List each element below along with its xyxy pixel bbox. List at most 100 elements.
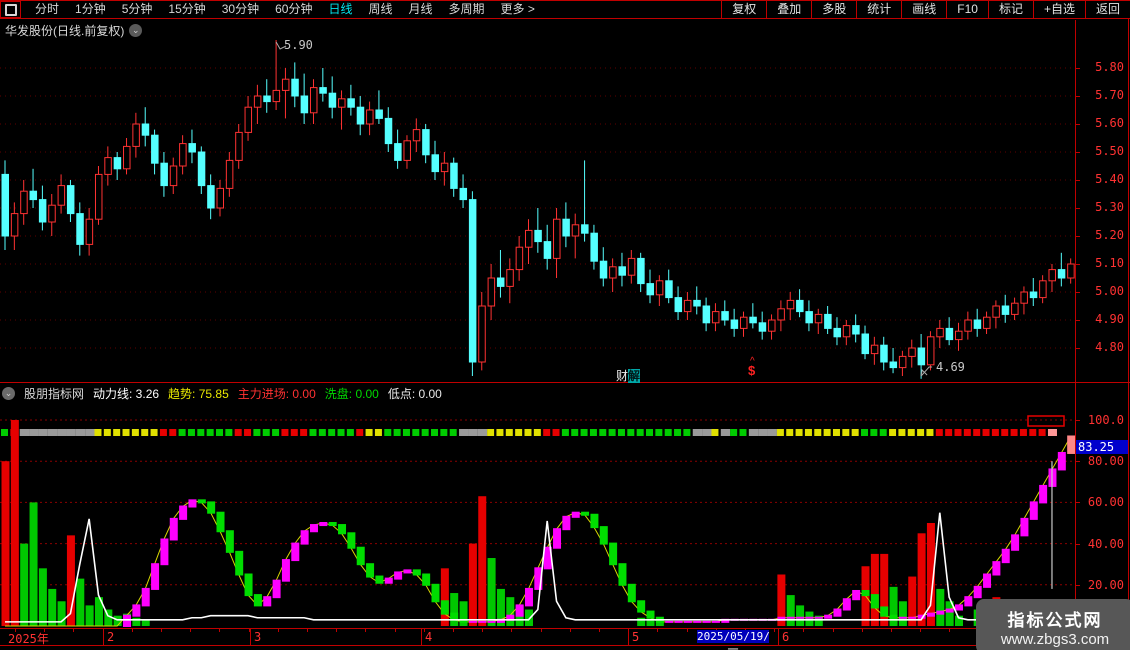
watermark-badge: 指标公式网 www.zbgs3.com <box>976 599 1130 650</box>
xaxis-month-divider <box>628 628 629 645</box>
indicator-axis-label: 20.00 <box>1087 577 1124 592</box>
price-axis-label: 4.90 <box>1095 312 1124 326</box>
indicator-header-item-2: 主力进场: 0.00 <box>237 386 316 401</box>
xaxis-month-label: 2 <box>107 630 115 644</box>
xaxis-minor-tick <box>511 629 512 632</box>
price-axis-label: 5.40 <box>1095 172 1124 186</box>
xaxis-year-label: 2025年 <box>8 632 49 646</box>
indicator-source-label: 股朋指标网 <box>24 386 85 401</box>
xaxis-month-label: 5 <box>632 630 640 644</box>
toolbar-button-2[interactable]: 多股 <box>811 1 856 18</box>
toolbar-button-8[interactable]: 返回 <box>1084 1 1130 18</box>
xaxis-minor-tick <box>482 629 483 632</box>
toolbar-period-5[interactable]: 60分钟 <box>267 1 320 18</box>
xaxis-minor-tick <box>920 629 921 632</box>
xaxis-minor-tick <box>453 629 454 632</box>
price-axis-label: 5.70 <box>1095 88 1124 102</box>
trading-app-window: 分时 1分钟 5分钟 15分钟 30分钟 60分钟 日线 周线 月线 多周期 更多 > 复权 叠加 多股… <box>0 0 1130 650</box>
panel-divider-line <box>0 382 1130 383</box>
toolbar-button-0[interactable]: 复权 <box>721 1 766 18</box>
candlestick-chart[interactable] <box>0 20 1075 382</box>
toolbar-period-7[interactable]: 周线 <box>360 1 400 18</box>
page-title: 华发股份(日线.前复权) <box>5 24 125 38</box>
xaxis-month-label: 3 <box>254 630 262 644</box>
xaxis-minor-tick <box>803 629 804 632</box>
indicator-value-box: 83.25 <box>1076 440 1128 454</box>
chevron-down-icon[interactable]: ⌄ <box>129 24 143 37</box>
collapse-chevron-icon[interactable]: ⌄ <box>2 386 15 400</box>
right-border-line <box>1128 0 1129 650</box>
xaxis-month-label: 4 <box>425 630 433 644</box>
indicator-axis-label: 100.0 <box>1087 413 1124 427</box>
xaxis-minor-tick <box>190 629 191 632</box>
indicator-axis-label: 60.00 <box>1087 495 1124 510</box>
xaxis-minor-tick <box>161 629 162 632</box>
toolbar-period-1[interactable]: 1分钟 <box>67 1 114 18</box>
xaxis-minor-tick <box>278 629 279 632</box>
price-axis-label: 5.30 <box>1095 200 1124 214</box>
indicator-header-item-1: 趋势: 75.85 <box>168 386 229 401</box>
selected-date-box: 2025/05/19/一 <box>697 630 770 650</box>
toolbar-period-2[interactable]: 5分钟 <box>114 1 161 18</box>
xaxis-minor-tick <box>336 629 337 632</box>
watermark-title: 指标公式网 <box>1007 610 1103 630</box>
axis-divider-line <box>1075 20 1076 645</box>
indicator-header-item-4: 低点: 0.00 <box>387 386 442 401</box>
xaxis-minor-tick <box>657 629 658 632</box>
event-marker-caijie[interactable]: 财 解 <box>616 369 641 383</box>
xaxis-minor-tick <box>774 629 775 632</box>
xaxis-minor-tick <box>833 629 834 632</box>
toolbar-period-8[interactable]: 月线 <box>401 1 441 18</box>
xaxis-minor-tick <box>395 629 396 632</box>
indicator-axis-label: 40.00 <box>1087 536 1124 551</box>
candles-layer <box>1 40 1075 379</box>
toolbar-period-10[interactable]: 更多 > <box>493 1 543 18</box>
price-axis-label: 5.60 <box>1095 116 1124 130</box>
toolbar-button-1[interactable]: 叠加 <box>766 1 811 18</box>
window-icon[interactable] <box>0 1 21 18</box>
xaxis-minor-tick <box>132 629 133 632</box>
peak-price-annotation: 5.90 <box>284 38 313 52</box>
trough-price-annotation: 4.69 <box>936 360 965 374</box>
xaxis-month-divider <box>778 628 779 645</box>
toolbar-button-6[interactable]: 标记 <box>987 1 1033 18</box>
indicator-header: ⌄ 股朋指标网 动力线: 3.26 趋势: 75.85 主力进场: 0.00 洗盘: … <box>2 385 442 401</box>
sell-signal-icon: $ <box>748 363 756 378</box>
chart-title-bar: 华发股份(日线.前复权) ⌄ <box>5 22 143 39</box>
trend-ribbon <box>1 429 1057 436</box>
tool-buttons: 复权 叠加 多股 统计 画线 F10 标记 +自选 返回 <box>721 1 1130 18</box>
main-annotation-lines <box>275 41 933 377</box>
toolbar-period-6[interactable]: 日线 <box>320 1 360 18</box>
xaxis-minor-tick <box>599 629 600 632</box>
period-tabs: 分时 1分钟 5分钟 15分钟 30分钟 60分钟 日线 周线 月线 多周期 更多 > <box>0 1 543 18</box>
toolbar-period-4[interactable]: 30分钟 <box>214 1 267 18</box>
toolbar-button-3[interactable]: 统计 <box>856 1 901 18</box>
indicator-chart[interactable] <box>0 404 1075 628</box>
xaxis-month-label: 6 <box>782 630 790 644</box>
xaxis-top-line <box>0 628 1130 629</box>
toolbar-period-3[interactable]: 15分钟 <box>160 1 213 18</box>
watermark-url: www.zbgs3.com <box>1000 630 1110 648</box>
toolbar-button-4[interactable]: 画线 <box>901 1 946 18</box>
toolbar-button-7[interactable]: +自选 <box>1032 1 1085 18</box>
xaxis-minor-tick <box>891 629 892 632</box>
indicator-header-item-3: 洗盘: 0.00 <box>324 386 379 401</box>
toolbar-period-0[interactable]: 分时 <box>27 1 67 18</box>
xaxis-minor-tick <box>687 629 688 632</box>
top-toolbar: 分时 1分钟 5分钟 15分钟 30分钟 60分钟 日线 周线 月线 多周期 更多 > 复权 叠加 多股… <box>0 0 1130 19</box>
price-axis-label: 5.00 <box>1095 284 1124 298</box>
xaxis-minor-tick <box>949 629 950 632</box>
xaxis-month-divider <box>421 628 422 645</box>
toolbar-button-5[interactable]: F10 <box>946 1 988 18</box>
price-axis-label: 5.80 <box>1095 60 1124 74</box>
price-axis-label: 5.50 <box>1095 144 1124 158</box>
price-axis-label: 5.10 <box>1095 256 1124 270</box>
xaxis-month-divider <box>250 628 251 645</box>
xaxis-minor-tick <box>73 629 74 632</box>
indicator-axis-label: 80.00 <box>1087 454 1124 469</box>
xaxis-month-divider <box>103 628 104 645</box>
xaxis-minor-tick <box>365 629 366 632</box>
toolbar-period-9[interactable]: 多周期 <box>441 1 493 18</box>
price-axis-label: 4.80 <box>1095 340 1124 354</box>
xaxis-minor-tick <box>570 629 571 632</box>
